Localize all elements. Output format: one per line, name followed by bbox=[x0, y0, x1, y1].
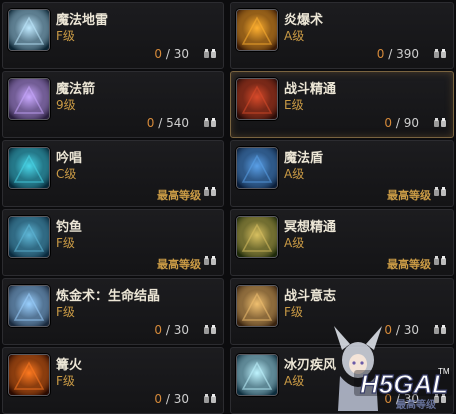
ap-cost-icon bbox=[433, 48, 447, 60]
skill-points-sep: / bbox=[162, 323, 174, 337]
alchemy-crystal-icon bbox=[8, 285, 50, 327]
magic-mine-icon bbox=[8, 9, 50, 51]
ap-cost-icon bbox=[203, 255, 217, 267]
ice-blade-icon bbox=[236, 354, 278, 396]
skill-name: 魔法地雷 bbox=[56, 13, 109, 28]
combat-will-icon bbox=[236, 285, 278, 327]
skill-points-current: 0 bbox=[154, 47, 163, 61]
ap-cost-icon bbox=[203, 117, 217, 129]
skill-card-4[interactable]: 战斗精通 E级 0 / 90 bbox=[230, 71, 454, 138]
skill-points-max: 30 bbox=[173, 392, 189, 406]
max-level-label: 最高等级 bbox=[387, 189, 431, 202]
max-level-label: 最高等级 bbox=[157, 258, 201, 271]
skill-points-sep: / bbox=[154, 116, 167, 130]
skill-name: 战斗精通 bbox=[284, 82, 337, 97]
skill-grade: F级 bbox=[56, 236, 75, 250]
skill-grade: A级 bbox=[284, 29, 305, 43]
skill-card-6[interactable]: 魔法盾 A级 最高等级 bbox=[230, 140, 454, 207]
skill-points-max: 540 bbox=[166, 116, 189, 130]
skill-points-current: 0 bbox=[154, 323, 163, 337]
ap-cost-icon bbox=[203, 393, 217, 405]
skill-points-max: 90 bbox=[403, 116, 419, 130]
pyroblast-icon bbox=[236, 9, 278, 51]
skill-card-3[interactable]: 魔法箭 9级 0 / 540 bbox=[2, 71, 224, 138]
campfire-icon bbox=[8, 354, 50, 396]
skill-name: 战斗意志 bbox=[284, 289, 337, 304]
skill-points-sep: / bbox=[392, 116, 404, 130]
watermark-caption: 最高等级 bbox=[396, 400, 436, 411]
skill-name: 炎爆术 bbox=[284, 13, 324, 28]
skill-name: 篝火 bbox=[56, 358, 83, 373]
ap-cost-icon bbox=[203, 186, 217, 198]
ap-cost-icon bbox=[433, 255, 447, 267]
skill-grade: F级 bbox=[284, 305, 303, 319]
watermark-logo-text: H5GAL bbox=[360, 369, 448, 399]
skill-points-sep: / bbox=[384, 47, 397, 61]
magic-shield-icon bbox=[236, 147, 278, 189]
skill-points: 0 / 390 bbox=[377, 47, 419, 61]
skill-grade: A级 bbox=[284, 374, 305, 388]
skill-name: 魔法箭 bbox=[56, 82, 96, 97]
skill-name: 炼金术：生命结晶 bbox=[56, 289, 161, 304]
ap-cost-icon bbox=[203, 324, 217, 336]
skill-grade: F级 bbox=[56, 29, 75, 43]
skill-name: 魔法盾 bbox=[284, 151, 324, 166]
skill-points: 0 / 540 bbox=[147, 116, 189, 130]
skill-grade: E级 bbox=[284, 98, 304, 112]
ap-cost-icon bbox=[433, 186, 447, 198]
skill-card-1[interactable]: 魔法地雷 F级 0 / 30 bbox=[2, 2, 224, 69]
ap-cost-icon bbox=[203, 48, 217, 60]
skill-grade: F级 bbox=[56, 305, 75, 319]
skill-points-current: 0 bbox=[154, 392, 163, 406]
skill-name: 吟唱 bbox=[56, 151, 83, 166]
skill-card-5[interactable]: 吟唱 C级 最高等级 bbox=[2, 140, 224, 207]
chant-icon bbox=[8, 147, 50, 189]
skill-card-7[interactable]: 钓鱼 F级 最高等级 bbox=[2, 209, 224, 276]
skill-points: 0 / 30 bbox=[154, 392, 189, 406]
ap-cost-icon bbox=[433, 117, 447, 129]
skill-card-11[interactable]: 篝火 F级 0 / 30 bbox=[2, 347, 224, 414]
skill-points: 0 / 30 bbox=[154, 323, 189, 337]
skill-points-max: 30 bbox=[173, 323, 189, 337]
skill-points: 0 / 30 bbox=[154, 47, 189, 61]
skill-grade: F级 bbox=[56, 374, 75, 388]
meditation-icon bbox=[236, 216, 278, 258]
watermark-tm-text: TM bbox=[438, 367, 450, 376]
skill-card-8[interactable]: 冥想精通 A级 最高等级 bbox=[230, 209, 454, 276]
skill-points-max: 390 bbox=[396, 47, 419, 61]
combat-mastery-icon bbox=[236, 78, 278, 120]
skill-points-current: 0 bbox=[384, 116, 393, 130]
skill-grade: 9级 bbox=[56, 98, 76, 112]
skill-grade: A级 bbox=[284, 236, 305, 250]
skill-points-max: 30 bbox=[173, 47, 189, 61]
skill-grade: A级 bbox=[284, 167, 305, 181]
max-level-label: 最高等级 bbox=[157, 189, 201, 202]
skill-points-sep: / bbox=[162, 47, 174, 61]
skill-points: 0 / 90 bbox=[384, 116, 419, 130]
skill-grade: C级 bbox=[56, 167, 77, 181]
skill-points-sep: / bbox=[162, 392, 174, 406]
fishing-icon bbox=[8, 216, 50, 258]
skill-name: 冥想精通 bbox=[284, 220, 337, 235]
magic-arrow-icon bbox=[8, 78, 50, 120]
skill-card-2[interactable]: 炎爆术 A级 0 / 390 bbox=[230, 2, 454, 69]
skill-name: 钓鱼 bbox=[56, 220, 83, 235]
skill-card-9[interactable]: 炼金术：生命结晶 F级 0 / 30 bbox=[2, 278, 224, 345]
max-level-label: 最高等级 bbox=[387, 258, 431, 271]
